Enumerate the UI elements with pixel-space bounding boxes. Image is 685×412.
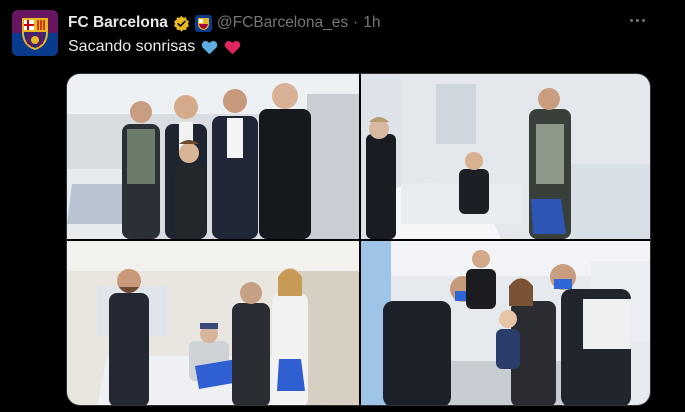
author-handle[interactable]: @FCBarcelona_es [217, 14, 348, 32]
fcb-crest-icon [12, 10, 58, 56]
adult-figure [366, 117, 396, 239]
media-grid [66, 73, 651, 406]
club-avatar[interactable] [12, 10, 58, 56]
author-name[interactable]: FC Barcelona [68, 14, 168, 32]
tweet-text: Sacando sonrisas [68, 38, 241, 56]
photo-2[interactable] [361, 74, 650, 239]
photo-1[interactable] [67, 74, 359, 239]
photo-3[interactable] [67, 241, 359, 405]
tweet-body: Sacando sonrisas [68, 38, 196, 55]
verified-badge-icon[interactable] [173, 15, 190, 32]
tweet-timestamp[interactable]: 1h [363, 14, 380, 32]
affiliate-badge-icon[interactable] [194, 14, 212, 32]
photo-4[interactable] [361, 241, 650, 405]
separator-dot: · [353, 14, 359, 31]
red-heart-icon [224, 40, 241, 54]
more-options-icon[interactable] [627, 10, 647, 30]
blue-heart-icon [201, 40, 218, 54]
toddler-figure [496, 310, 520, 369]
tweet-header: FC Barcelona @FCBarcelona_es · 1h [68, 12, 645, 34]
